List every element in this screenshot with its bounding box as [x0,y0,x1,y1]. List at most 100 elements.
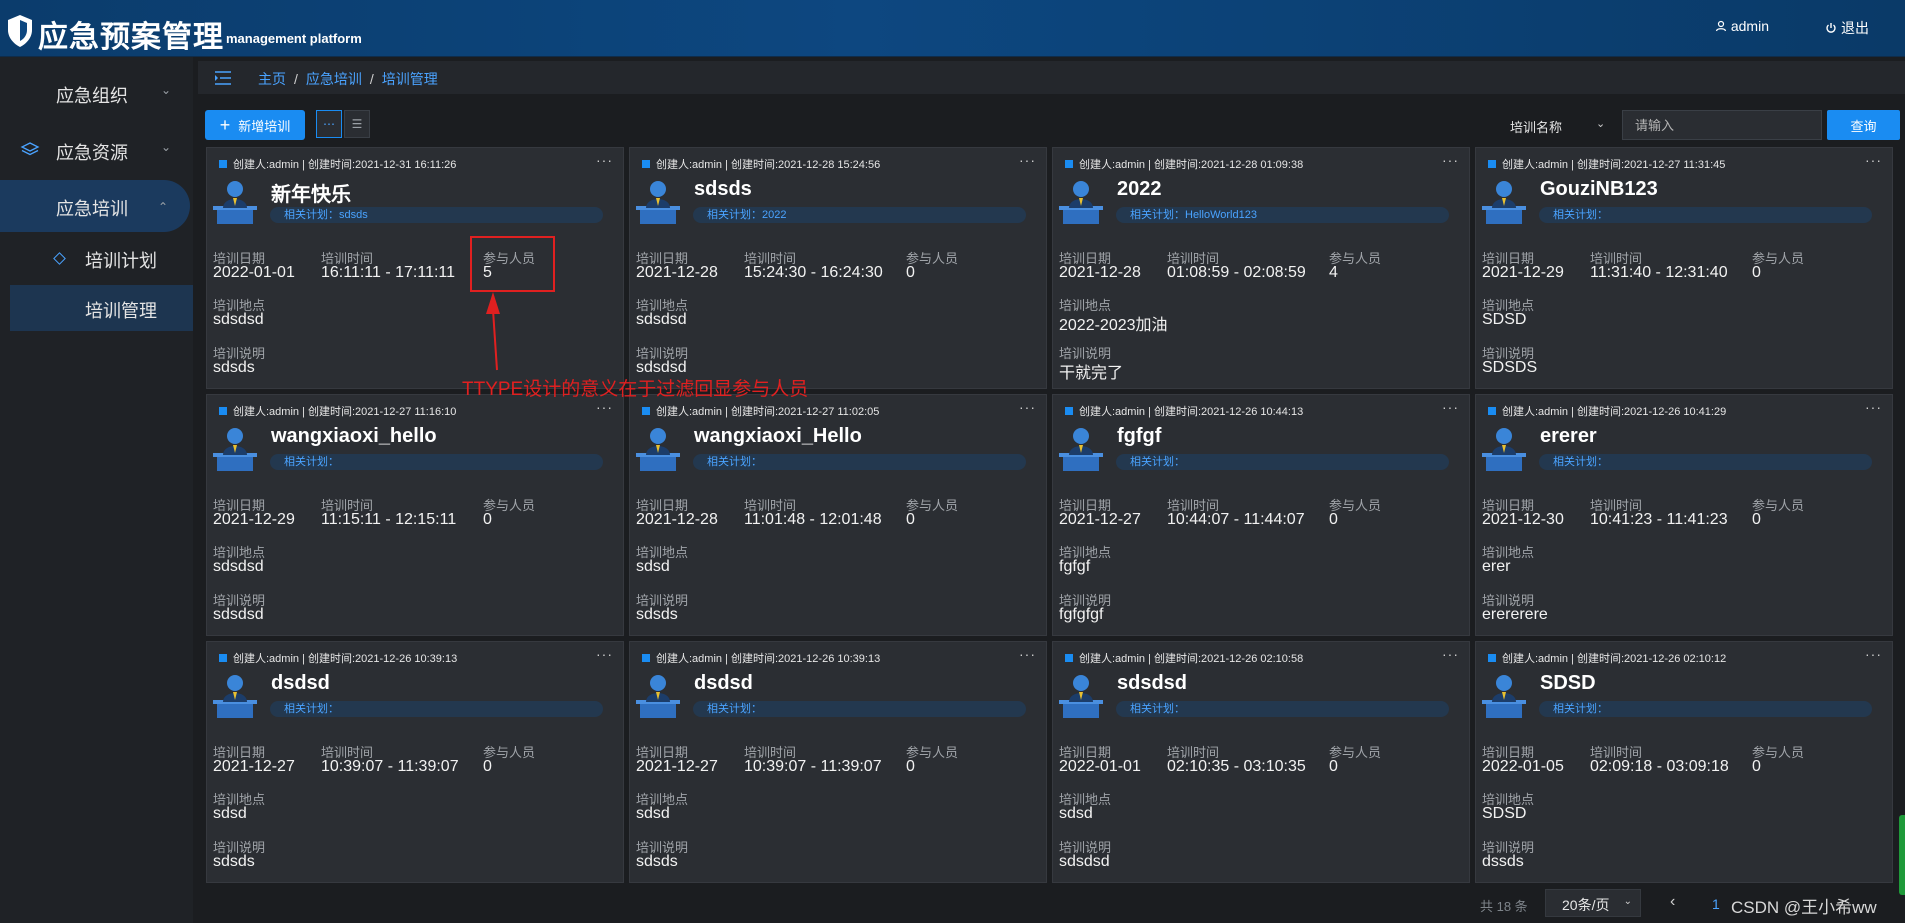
training-card[interactable]: 创建人:admin | 创建时间:2021-12-26 10:41:29 ··· e… [1475,394,1893,636]
breadcrumb: 主页 / 应急培训 / 培训管理 [258,71,438,87]
more-options-icon[interactable]: ··· [1019,399,1036,415]
logout-label: 退出 [1841,20,1869,36]
filter-field-select[interactable]: 培训名称 [1510,117,1562,136]
trainer-avatar-icon [636,181,680,224]
trainer-avatar-icon [213,428,257,471]
more-options-icon[interactable]: ··· [1442,152,1459,168]
shield-logo-icon [8,15,32,47]
page-size-select[interactable]: 20条/页 ⌄ [1545,889,1641,917]
training-card[interactable]: 创建人:admin | 创建时间:2021-12-27 11:02:05 ··· w… [629,394,1047,636]
more-options-icon[interactable]: ··· [596,646,613,662]
more-options-icon[interactable]: ··· [1865,399,1882,415]
card-meta: 创建人:admin | 创建时间:2021-12-28 15:24:56 [642,156,880,172]
more-options-icon[interactable]: ··· [596,152,613,168]
card-value-desc: SDSDS [1482,359,1538,376]
square-bullet-icon [642,407,650,415]
training-card[interactable]: 创建人:admin | 创建时间:2021-12-27 11:16:10 ··· w… [206,394,624,636]
app-subtitle: management platform [226,31,362,46]
list-view-toggle[interactable]: ☰ [344,110,370,138]
more-options-icon[interactable]: ··· [1442,646,1459,662]
sidebar-item-label: 应急资源 [56,143,128,163]
training-card[interactable]: 创建人:admin | 创建时间:2021-12-28 15:24:56 ··· s… [629,147,1047,389]
card-meta-text: 创建人:admin | 创建时间:2021-12-27 11:16:10 [233,406,457,418]
card-title: dsdsd [694,672,753,694]
annotation-highlight-box [470,236,555,292]
user-name: admin [1730,18,1769,34]
card-related-plan: 相关计划： [693,454,1026,470]
query-button[interactable]: 查询 [1827,110,1900,140]
training-card[interactable]: 创建人:admin | 创建时间:2021-12-26 02:10:58 ··· s… [1052,641,1470,883]
app-header: 应急预案管理 management platform admin 退出 [0,0,1905,57]
card-value-people: 0 [1752,758,1761,775]
card-meta-text: 创建人:admin | 创建时间:2021-12-26 10:39:13 [656,653,881,665]
breadcrumb-home[interactable]: 主页 [258,71,286,87]
card-value-place: sdsd [636,558,670,575]
card-value-time: 11:01:48 - 12:01:48 [744,511,882,528]
sidebar-subitem-manage[interactable]: 培训管理 [10,285,193,331]
card-meta: 创建人:admin | 创建时间:2021-12-27 11:31:45 [1488,156,1725,172]
more-options-icon[interactable]: ··· [1865,646,1882,662]
sidebar-item-label: 应急组织 [56,86,128,106]
card-title: SDSD [1540,672,1596,694]
training-card[interactable]: 创建人:admin | 创建时间:2021-12-31 16:11:26 ··· 新… [206,147,624,389]
trainer-avatar-icon [1059,181,1103,224]
card-related-plan: 相关计划： [1539,701,1872,717]
side-tab-handle[interactable] [1899,815,1905,895]
training-card[interactable]: 创建人:admin | 创建时间:2021-12-26 10:39:13 ··· d… [629,641,1047,883]
trainer-avatar-icon [213,181,257,224]
sidebar-item-training[interactable]: 应急培训 ⌃ [0,180,190,232]
sidebar-subitem-plan[interactable]: 培训计划 [10,235,193,281]
card-meta: 创建人:admin | 创建时间:2021-12-26 10:39:13 [642,650,880,666]
grid-view-toggle[interactable]: ⋯ [316,110,342,138]
square-bullet-icon [1065,654,1073,662]
more-options-icon[interactable]: ··· [596,399,613,415]
sidebar-item-resources[interactable]: 应急资源 ⌄ [0,124,193,176]
card-value-time: 10:41:23 - 11:41:23 [1590,511,1728,528]
trainer-avatar-icon [1482,675,1526,718]
card-value-people: 0 [1329,758,1338,775]
logout-button[interactable]: 退出 [1825,18,1869,38]
training-card[interactable]: 创建人:admin | 创建时间:2021-12-26 10:44:13 ··· f… [1052,394,1470,636]
card-value-time: 11:31:40 - 12:31:40 [1590,264,1728,281]
trainer-avatar-icon [636,428,680,471]
power-icon [1826,23,1836,33]
training-card[interactable]: 创建人:admin | 创建时间:2021-12-28 01:09:38 ··· 2… [1052,147,1470,389]
card-value-date: 2021-12-27 [636,758,718,775]
more-options-icon[interactable]: ··· [1019,152,1036,168]
training-card[interactable]: 创建人:admin | 创建时间:2021-12-27 11:31:45 ··· G… [1475,147,1893,389]
sidebar-item-org[interactable]: 应急组织 ⌄ [0,67,193,119]
card-meta: 创建人:admin | 创建时间:2021-12-26 02:10:58 [1065,650,1303,666]
annotation-text: TTYPE设计的意义在于过滤回显参与人员 [462,379,809,400]
more-options-icon[interactable]: ··· [1019,646,1036,662]
search-input[interactable] [1622,110,1822,140]
card-meta-text: 创建人:admin | 创建时间:2021-12-26 10:44:13 [1079,406,1304,418]
card-related-plan: 相关计划：sdsds [270,207,603,223]
square-bullet-icon [642,654,650,662]
card-meta: 创建人:admin | 创建时间:2021-12-26 10:44:13 [1065,403,1303,419]
card-value-date: 2022-01-01 [1059,758,1141,775]
card-related-plan: 相关计划： [693,701,1026,717]
card-related-plan: 相关计划： [270,454,603,470]
training-card[interactable]: 创建人:admin | 创建时间:2021-12-26 02:10:12 ··· S… [1475,641,1893,883]
chevron-down-icon[interactable]: ⌄ [1596,117,1605,130]
page-number-current[interactable]: 1 [1712,896,1720,912]
card-meta: 创建人:admin | 创建时间:2021-12-26 10:41:29 [1488,403,1726,419]
trainer-avatar-icon [1482,181,1526,224]
more-options-icon[interactable]: ··· [1865,152,1882,168]
add-training-button[interactable]: + 新增培训 [205,110,305,140]
add-training-label: 新增培训 [238,118,291,134]
more-options-icon[interactable]: ··· [1442,399,1459,415]
sidebar-item-label: 应急培训 [56,199,128,219]
card-related-plan: 相关计划： [1539,454,1872,470]
user-menu[interactable]: admin [1715,18,1769,34]
collapse-menu-icon[interactable] [214,70,232,86]
card-meta-text: 创建人:admin | 创建时间:2021-12-27 11:31:45 [1502,159,1726,171]
card-value-people: 0 [1329,511,1338,528]
prev-page-button[interactable]: ‹ [1670,893,1675,911]
card-value-date: 2021-12-29 [213,511,295,528]
training-card[interactable]: 创建人:admin | 创建时间:2021-12-26 10:39:13 ··· d… [206,641,624,883]
card-value-desc: sdsdsd [213,606,264,623]
breadcrumb-training[interactable]: 应急培训 [306,71,362,87]
card-value-date: 2021-12-30 [1482,511,1564,528]
sidebar-subitem-label: 培训管理 [85,301,157,321]
